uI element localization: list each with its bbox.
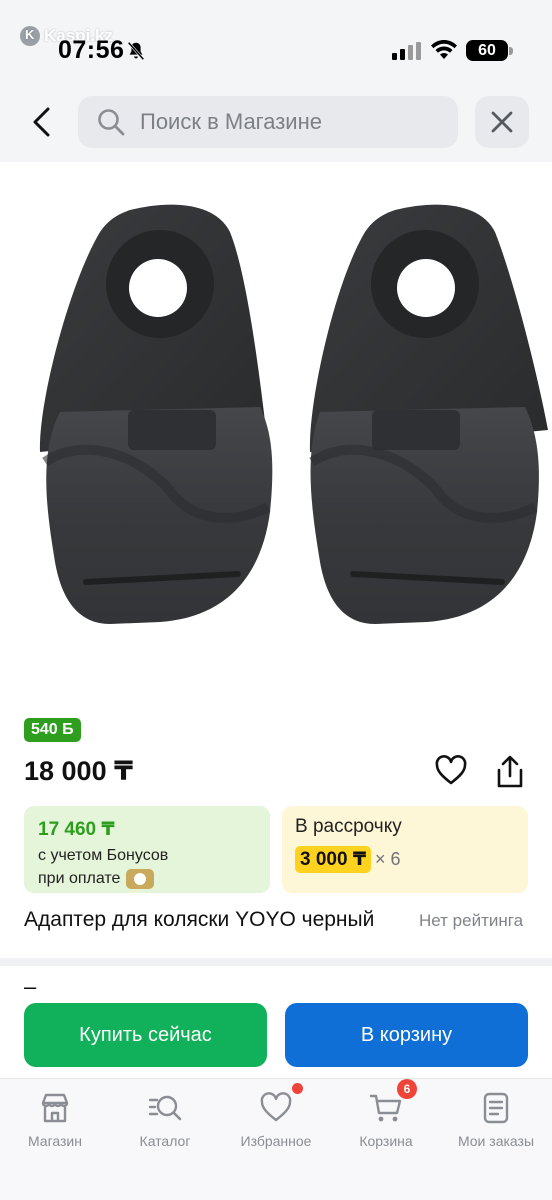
nav-label-orders: Мои заказы: [457, 1133, 535, 1149]
favorites-dot: [292, 1083, 303, 1094]
nav-item-catalog[interactable]: Каталог: [110, 1091, 220, 1149]
adapter-right: [309, 204, 548, 624]
nav-item-cart[interactable]: 6 Корзина: [331, 1079, 441, 1149]
add-to-cart-button[interactable]: В корзину: [285, 1003, 528, 1067]
nav-label-favorites: Избранное: [240, 1133, 312, 1149]
section-dash: –: [24, 974, 37, 999]
close-icon: [491, 111, 513, 133]
nav-label-shop: Магазин: [27, 1133, 82, 1149]
search-input[interactable]: Поиск в Магазине: [78, 96, 458, 148]
section-divider: [0, 958, 552, 966]
back-button[interactable]: [22, 102, 62, 142]
favorites-icon-wrap: [259, 1083, 303, 1125]
bonus-price-line2-row: при оплате: [38, 869, 256, 889]
installment-months: × 6: [375, 849, 401, 869]
bonus-price-amount: 17 460 ₸: [38, 819, 115, 840]
signal-icon: [392, 42, 421, 60]
heart-icon[interactable]: [434, 754, 468, 788]
chevron-left-icon: [33, 107, 50, 137]
wifi-icon: [431, 40, 457, 59]
kaspi-gold-icon: [126, 869, 155, 889]
bell-off-icon: [127, 41, 145, 61]
buy-now-button[interactable]: Купить сейчас: [24, 1003, 267, 1067]
bonus-price-line2: при оплате: [38, 870, 121, 887]
bottom-nav: Магазин Каталог Избранное 6 Корзина Мои …: [0, 1078, 552, 1200]
installment-row: 3 000 ₸ × 6: [295, 846, 515, 873]
nav-item-favorites[interactable]: Избранное: [221, 1083, 331, 1149]
battery-tip: [509, 47, 513, 55]
close-button[interactable]: [475, 96, 529, 148]
nav-item-shop[interactable]: Магазин: [0, 1091, 110, 1149]
nav-label-catalog: Каталог: [139, 1133, 191, 1149]
bonus-price-line1: с учетом Бонусов: [38, 847, 169, 864]
product-title: Адаптер для коляски YOYO черный: [24, 908, 375, 931]
bonus-price-card[interactable]: 17 460 ₸ с учетом Бонусов при оплате: [24, 806, 270, 893]
installment-card[interactable]: В рассрочку 3 000 ₸ × 6: [282, 806, 528, 893]
heart-icon: [260, 1092, 292, 1122]
clock: 07:56: [58, 36, 125, 64]
share-icon[interactable]: [493, 754, 527, 790]
top-header: Поиск в Магазине: [0, 82, 552, 162]
battery-indicator: 60: [466, 40, 508, 61]
status-bar: Kaspi.kz 07:56 60: [0, 0, 552, 82]
cart-icon-wrap: 6: [369, 1079, 417, 1125]
product-price: 18 000 ₸: [24, 756, 133, 786]
cart-icon: [369, 1094, 402, 1122]
product-image[interactable]: [0, 162, 552, 700]
installment-monthly: 3 000 ₸: [295, 846, 372, 873]
nav-item-orders[interactable]: Мои заказы: [441, 1091, 551, 1149]
shop-icon: [41, 1093, 69, 1123]
stroller-adapter-image: [39, 204, 548, 624]
bonus-badge: 540 Б: [24, 718, 81, 742]
cart-count-badge: 6: [397, 1079, 417, 1099]
search-placeholder: Поиск в Магазине: [140, 109, 322, 134]
kaspi-logo-icon: [20, 26, 40, 46]
nav-label-cart: Корзина: [359, 1133, 413, 1149]
installment-title: В рассрочку: [295, 816, 402, 837]
rating-text[interactable]: Нет рейтинга: [419, 911, 523, 931]
search-icon: [98, 109, 125, 136]
orders-icon: [483, 1092, 509, 1124]
adapter-left: [39, 204, 273, 624]
catalog-search-icon: [148, 1095, 182, 1121]
